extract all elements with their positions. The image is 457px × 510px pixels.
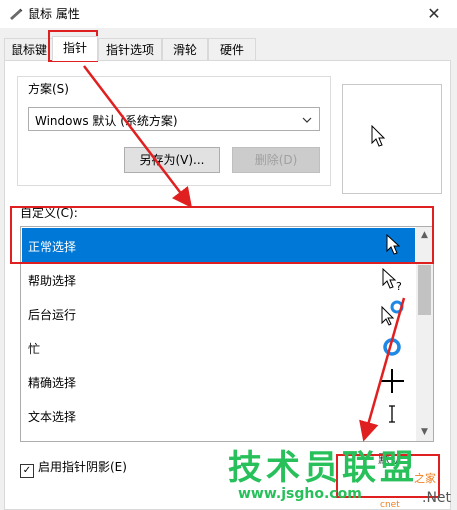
tab-pointers[interactable]: 指针 (52, 36, 98, 61)
annotation-arrows (83, 65, 406, 442)
watermark-url: www.jsgho.com (238, 486, 362, 502)
watermark-brand: 之家 (414, 472, 436, 485)
watermark-logo: 技术员联盟 (228, 448, 418, 488)
watermark-sub: cnet (380, 500, 400, 510)
watermark-net: .Net (422, 490, 452, 506)
